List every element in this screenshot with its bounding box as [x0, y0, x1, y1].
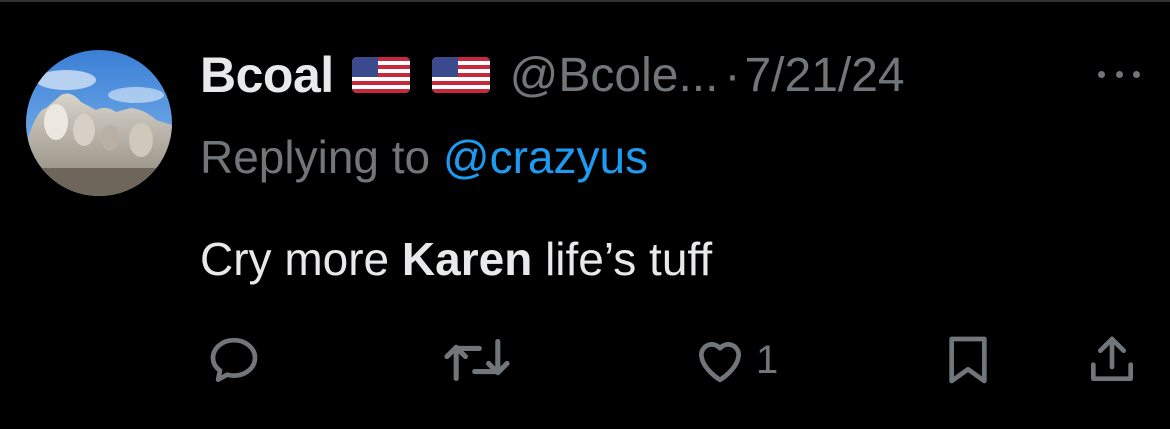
share-icon	[1091, 336, 1133, 381]
like-button[interactable]: 1	[692, 332, 778, 388]
us-flag-icon	[351, 57, 410, 93]
retweet-icon	[444, 338, 510, 382]
more-dot	[1115, 70, 1123, 78]
tweet-header: Bcoal @Bcole... · 7/21/24	[200, 42, 905, 108]
reply-mention-link[interactable]: @crazyus	[443, 131, 648, 183]
timestamp[interactable]: 7/21/24	[744, 48, 904, 103]
top-divider	[0, 0, 1170, 2]
heart-icon	[699, 342, 741, 383]
share-button[interactable]	[1084, 332, 1140, 388]
retweet-button[interactable]	[440, 332, 514, 388]
user-handle[interactable]: @Bcole...	[510, 48, 719, 103]
like-count: 1	[756, 337, 779, 382]
more-dot	[1133, 70, 1140, 78]
bookmark-icon	[949, 336, 987, 384]
replying-to-line: Replying to @crazyus	[200, 130, 648, 184]
tweet-text-start: Cry more	[200, 233, 390, 285]
display-name[interactable]: Bcoal	[200, 46, 334, 104]
reply-button[interactable]	[206, 332, 262, 388]
speech-bubble-icon	[210, 337, 258, 382]
tweet-text: Cry more Karen life’s tuff	[200, 232, 712, 286]
tweet-text-end: life’s tuff	[545, 233, 713, 285]
replying-to-label: Replying to	[200, 131, 431, 183]
bookmark-button[interactable]	[940, 332, 996, 388]
more-dot	[1098, 70, 1105, 78]
separator-dot: ·	[724, 48, 741, 102]
avatar[interactable]	[26, 50, 172, 196]
tweet-text-bold: Karen	[401, 233, 533, 285]
us-flag-icon	[431, 57, 490, 93]
more-options-button[interactable]	[1098, 66, 1140, 82]
